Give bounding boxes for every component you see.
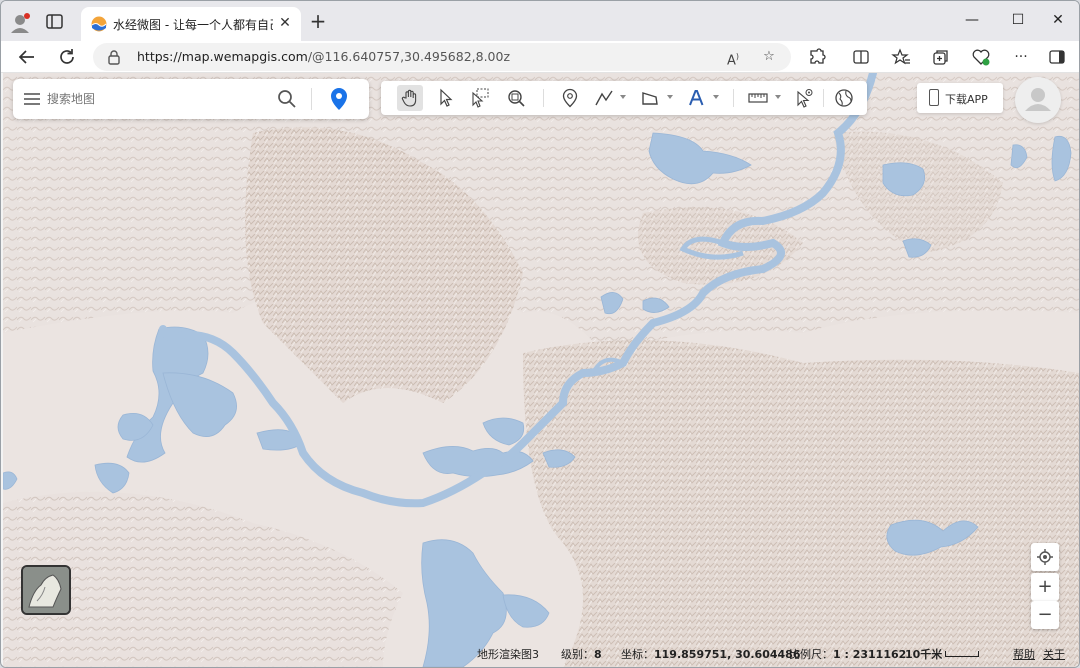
toolbar-divider — [733, 89, 734, 107]
terrain-layer-thumbnail-icon — [23, 567, 69, 613]
zoom-extent-tool[interactable] — [503, 85, 529, 111]
text-icon — [689, 90, 704, 106]
search-panel — [13, 79, 369, 119]
box-select-tool[interactable] — [467, 85, 493, 111]
favorite-star-icon[interactable]: ☆ — [759, 47, 779, 67]
browser-essentials-icon[interactable] — [971, 47, 991, 67]
identify-tool[interactable] — [791, 85, 817, 111]
new-tab-button[interactable]: + — [307, 11, 329, 33]
url-bar[interactable]: https://map.wemapgis.com/@116.640757,30.… — [93, 43, 791, 71]
select-pointer-tool[interactable] — [433, 85, 459, 111]
tab-title: 水经微图 - 让每一个人都有自己的 — [113, 18, 273, 32]
divider — [311, 88, 312, 110]
user-avatar[interactable] — [1015, 77, 1061, 123]
split-screen-icon[interactable] — [851, 47, 871, 67]
measure-dropdown-icon[interactable] — [775, 95, 781, 99]
zoom-level-readout: 级别：8 — [561, 646, 602, 662]
text-label-tool[interactable] — [683, 85, 709, 111]
globe-icon — [835, 89, 853, 107]
coord-label: 坐标： — [621, 648, 654, 661]
measure-tool[interactable] — [745, 85, 771, 111]
search-icon[interactable] — [277, 89, 297, 109]
map-canvas[interactable]: 下载APP + − 地形渲染图3 级别：8 坐标：119.859751, 30.… — [3, 73, 1079, 667]
menu-icon[interactable] — [23, 91, 41, 105]
map-marker-icon — [562, 88, 578, 108]
more-menu-icon[interactable]: ··· — [1011, 47, 1031, 67]
locate-crosshair-icon — [1037, 549, 1053, 565]
polygon-tool[interactable] — [637, 85, 663, 111]
scale-label: 比例尺： — [789, 648, 833, 661]
lock-icon[interactable] — [107, 49, 121, 65]
polyline-dropdown-icon[interactable] — [620, 95, 626, 99]
coordinate-readout: 坐标：119.859751, 30.604486 — [621, 646, 800, 662]
download-app-button[interactable]: 下载APP — [917, 83, 1003, 113]
read-aloud-icon[interactable]: A) — [723, 47, 743, 68]
polygon-dropdown-icon[interactable] — [667, 95, 673, 99]
favorites-icon[interactable] — [891, 47, 911, 67]
ruler-icon — [748, 93, 768, 103]
terrain-map[interactable] — [3, 73, 1079, 667]
browser-window: 水经微图 - 让每一个人都有自己的 ✕ + — ☐ ✕ https://map.… — [0, 0, 1080, 668]
sidebar-toggle-icon[interactable] — [1047, 47, 1067, 67]
level-value: 8 — [594, 648, 602, 661]
map-toolbar — [381, 81, 867, 115]
minimize-button[interactable]: — — [959, 9, 985, 31]
text-dropdown-icon[interactable] — [713, 95, 719, 99]
zoom-in-button[interactable]: + — [1031, 573, 1059, 601]
maximize-button[interactable]: ☐ — [1005, 9, 1031, 31]
pan-hand-tool[interactable] — [397, 85, 423, 111]
tab-bar: 水经微图 - 让每一个人都有自己的 ✕ + — ☐ ✕ — [1, 1, 1079, 41]
search-input[interactable] — [47, 87, 267, 111]
tab-active[interactable]: 水经微图 - 让每一个人都有自己的 ✕ — [81, 7, 301, 41]
profile-icon[interactable] — [9, 11, 33, 35]
polyline-tool[interactable] — [591, 85, 617, 111]
collections-icon[interactable] — [931, 47, 951, 67]
level-label: 级别： — [561, 648, 594, 661]
url-text[interactable]: https://map.wemapgis.com/@116.640757,30.… — [137, 49, 510, 64]
extensions-icon[interactable] — [807, 47, 827, 67]
close-window-button[interactable]: ✕ — [1045, 9, 1071, 31]
url-path: /@116.640757,30.495682,8.00z — [307, 49, 511, 64]
url-host: https://map.wemapgis.com — [137, 49, 308, 64]
toolbar-divider — [543, 89, 544, 107]
download-app-label: 下载APP — [945, 93, 988, 106]
zoom-region-icon — [508, 90, 525, 107]
polyline-icon — [595, 90, 613, 106]
tab-close-icon[interactable]: ✕ — [277, 15, 293, 31]
scale-readout: 比例尺：1 : 2311162 — [789, 646, 906, 662]
locate-me-button[interactable] — [1031, 543, 1059, 571]
identify-pointer-icon — [797, 89, 813, 108]
site-favicon-icon — [91, 16, 107, 32]
layer-name-label: 地形渲染图3 — [477, 648, 539, 661]
scale-bar — [945, 651, 979, 657]
scale-value: 1 : 2311162 — [833, 648, 907, 661]
globe-tool[interactable] — [831, 85, 857, 111]
marker-tool[interactable] — [557, 85, 583, 111]
tab-actions-icon[interactable] — [45, 13, 65, 31]
zoom-out-button[interactable]: − — [1031, 601, 1059, 629]
location-pin-icon[interactable] — [329, 87, 349, 111]
refresh-icon[interactable] — [55, 45, 79, 69]
address-bar: https://map.wemapgis.com/@116.640757,30.… — [1, 41, 1079, 73]
polygon-icon — [642, 92, 658, 105]
box-select-icon — [472, 88, 489, 108]
hand-icon — [401, 89, 417, 107]
help-link[interactable]: 帮助 — [1013, 646, 1035, 662]
pointer-icon — [440, 88, 453, 107]
toolbar-divider — [823, 89, 824, 107]
coord-value: 119.859751, 30.604486 — [654, 648, 801, 661]
phone-icon — [929, 89, 939, 106]
about-link[interactable]: 关于 — [1043, 646, 1065, 662]
scale-bar-label: 10千米 — [905, 648, 943, 661]
user-icon — [1025, 88, 1051, 111]
basemap-switch-button[interactable] — [21, 565, 71, 615]
back-icon[interactable] — [15, 45, 39, 69]
